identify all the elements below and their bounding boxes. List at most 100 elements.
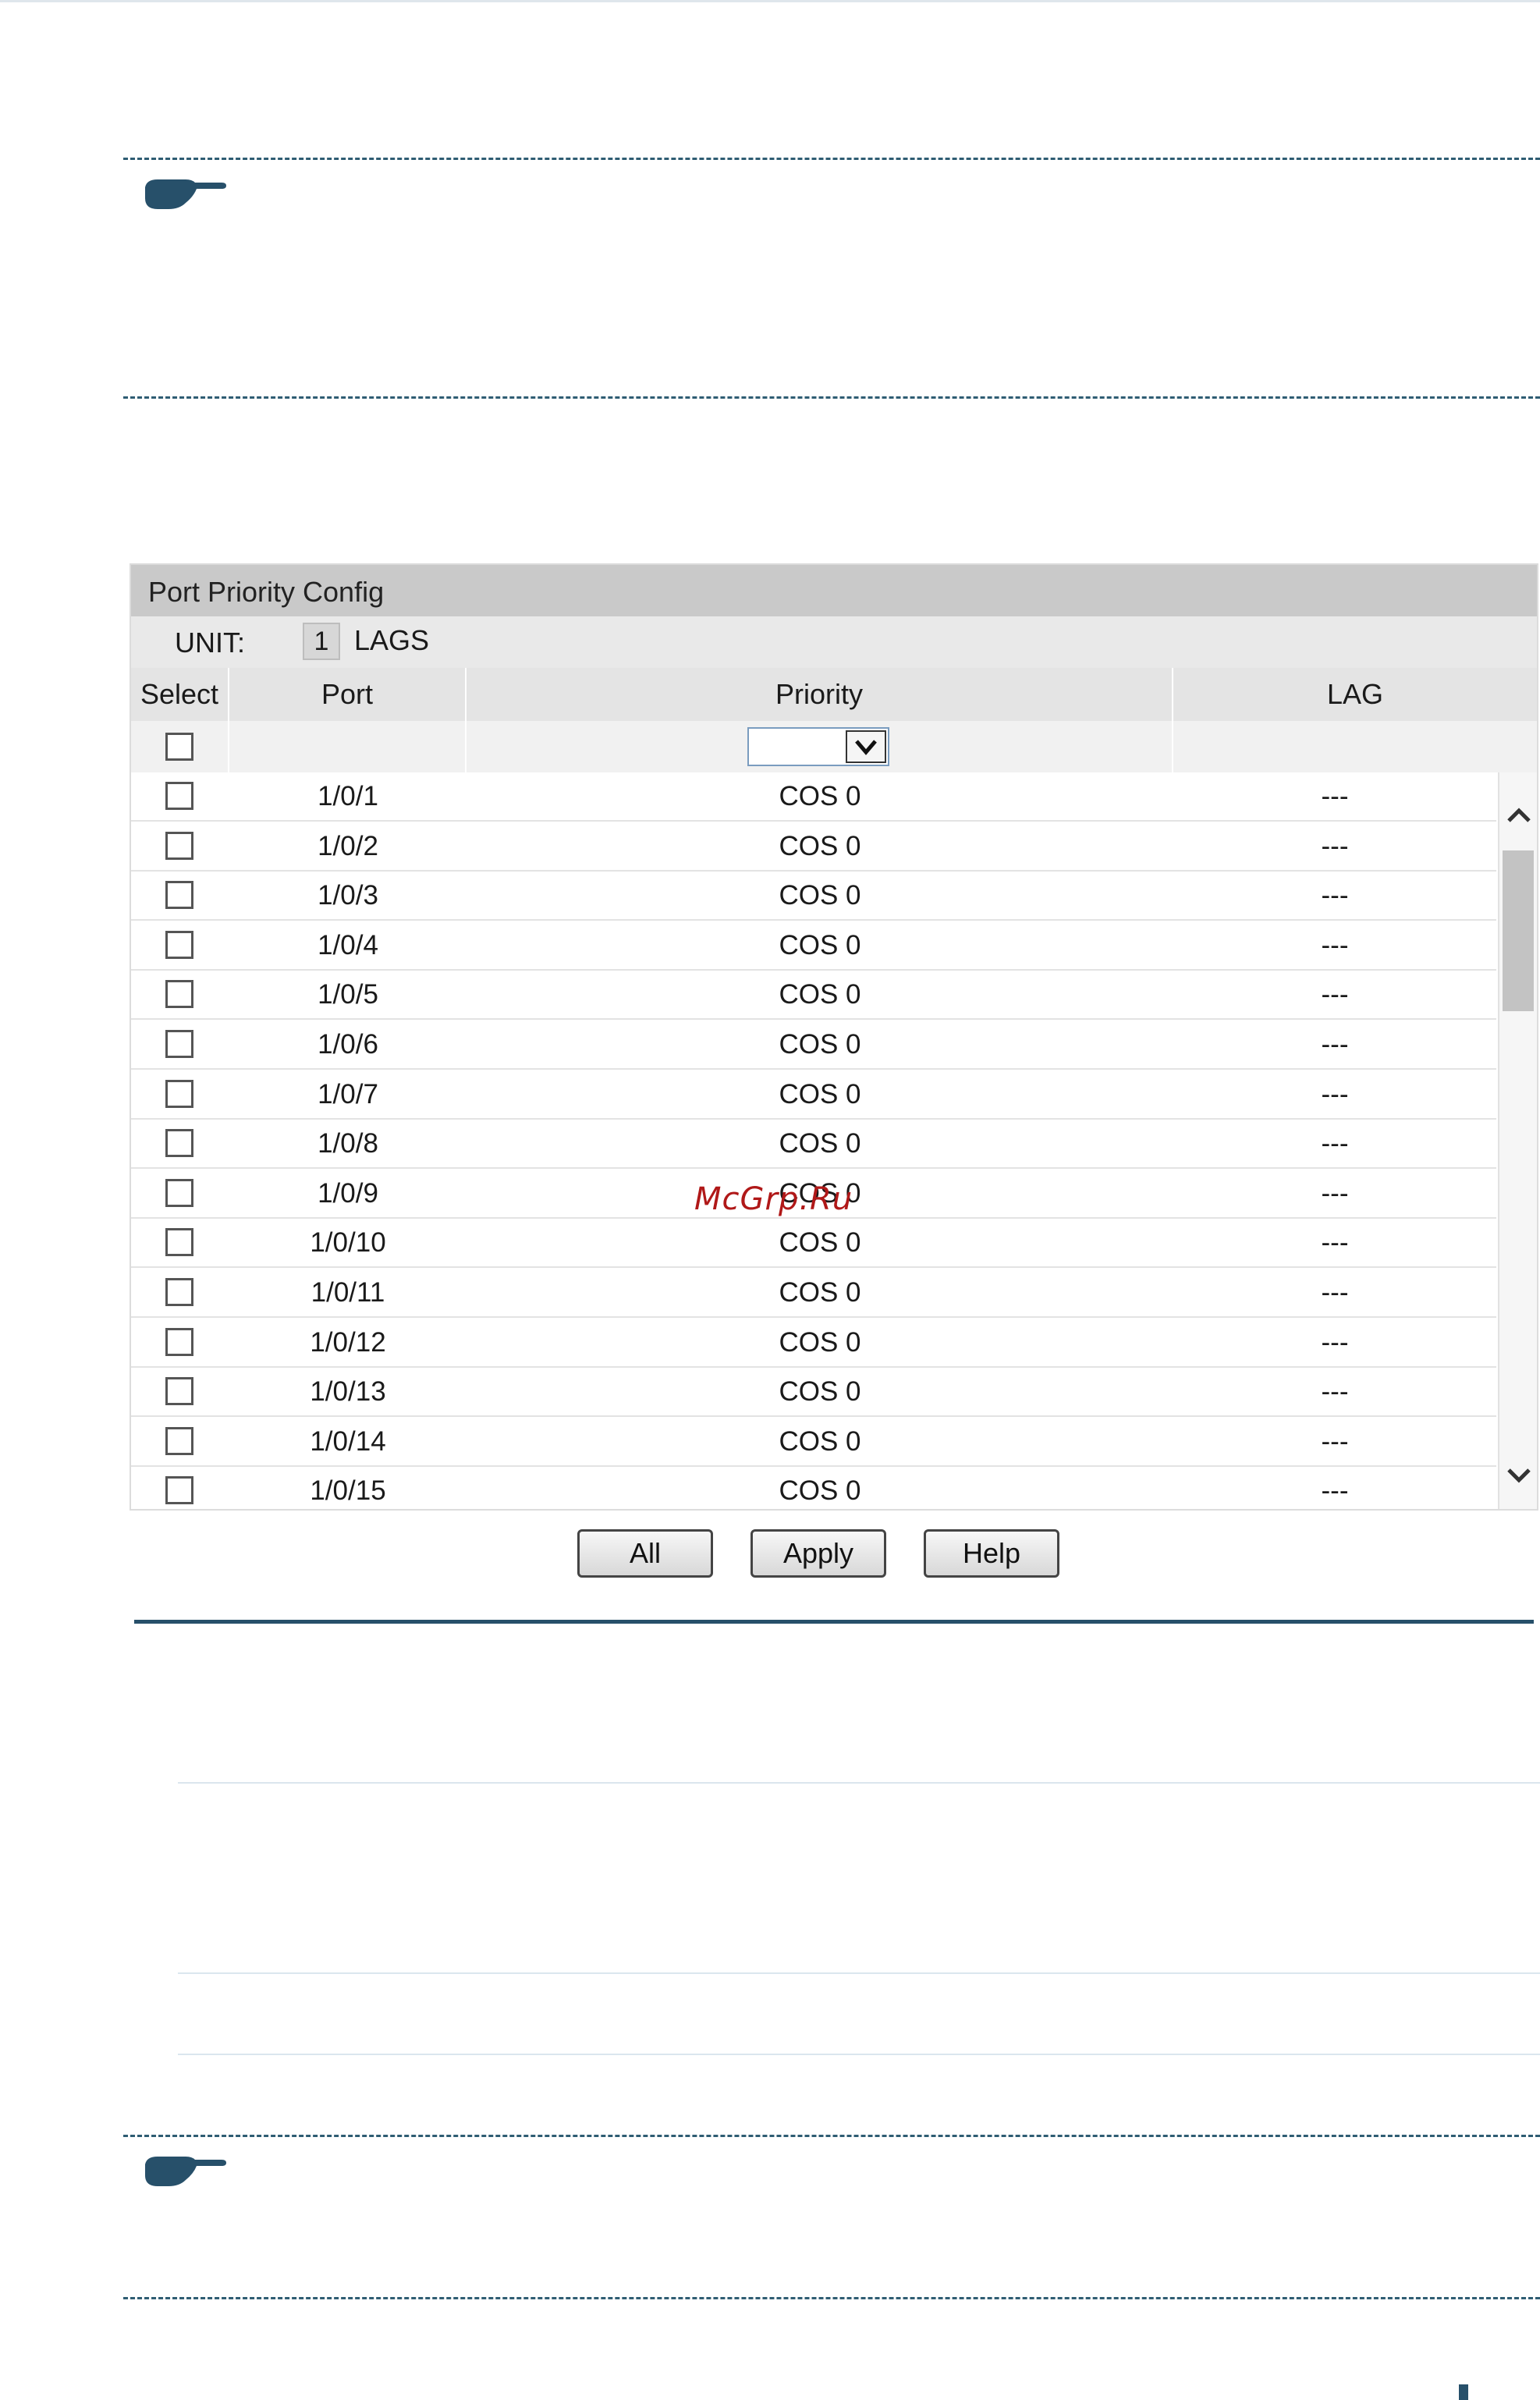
text-table-rule-3 xyxy=(178,2054,1540,2055)
row-lag: --- xyxy=(1321,1078,1349,1109)
row-lag: --- xyxy=(1321,830,1349,861)
row-select-checkbox[interactable] xyxy=(165,881,193,910)
row-port: 1/0/14 xyxy=(310,1425,386,1457)
panel-title-bar: Port Priority Config xyxy=(131,565,1537,616)
row-lag: --- xyxy=(1321,1029,1349,1060)
row-priority: COS 0 xyxy=(779,929,861,960)
row-port: 1/0/2 xyxy=(318,830,378,861)
row-lag: --- xyxy=(1321,1425,1349,1457)
row-select-checkbox[interactable] xyxy=(165,1377,193,1406)
row-select-checkbox[interactable] xyxy=(165,831,193,860)
row-select-checkbox[interactable] xyxy=(165,1327,193,1356)
row-port: 1/0/8 xyxy=(318,1128,378,1159)
row-priority: COS 0 xyxy=(779,1475,861,1507)
row-select-checkbox[interactable] xyxy=(165,1178,193,1207)
table-row: 1/0/11 COS 0 --- xyxy=(131,1269,1496,1318)
note-hand-icon xyxy=(145,179,226,209)
row-priority: COS 0 xyxy=(779,1029,861,1060)
row-select-cell xyxy=(131,1021,229,1068)
select-all-checkbox[interactable] xyxy=(165,733,193,761)
priority-select[interactable] xyxy=(747,727,889,766)
filter-port-cell xyxy=(229,721,467,772)
row-lag: --- xyxy=(1321,1177,1349,1209)
row-priority: COS 0 xyxy=(779,781,861,811)
table-row: 1/0/15 COS 0 --- xyxy=(131,1467,1496,1509)
filter-lag-cell xyxy=(1173,721,1537,772)
row-select-cell xyxy=(131,1170,229,1217)
row-port: 1/0/1 xyxy=(318,781,378,811)
table-row: 1/0/3 COS 0 --- xyxy=(131,872,1496,921)
row-port: 1/0/11 xyxy=(310,1277,385,1308)
table-row: 1/0/12 COS 0 --- xyxy=(131,1319,1496,1368)
table-row: 1/0/8 COS 0 --- xyxy=(131,1120,1496,1170)
note2-bottom-dashed-rule xyxy=(123,2297,1540,2299)
row-priority: COS 0 xyxy=(779,880,861,911)
row-priority: COS 0 xyxy=(779,979,861,1010)
row-select-checkbox[interactable] xyxy=(165,1476,193,1505)
all-button[interactable]: All xyxy=(577,1529,713,1578)
row-select-checkbox[interactable] xyxy=(165,930,193,959)
watermark-text: McGrp.Ru xyxy=(694,1181,853,1217)
row-select-checkbox[interactable] xyxy=(165,1426,193,1455)
row-select-checkbox[interactable] xyxy=(165,1079,193,1108)
table-row: 1/0/7 COS 0 --- xyxy=(131,1070,1496,1120)
port-priority-config-panel: Port Priority Config UNIT: 1 LAGS Select… xyxy=(130,563,1538,1511)
note-bottom-dashed-rule xyxy=(123,396,1540,399)
row-select-cell xyxy=(131,1319,229,1366)
scroll-up-icon[interactable] xyxy=(1504,805,1534,825)
row-port: 1/0/15 xyxy=(310,1475,386,1507)
table-row: 1/0/14 COS 0 --- xyxy=(131,1418,1496,1467)
row-priority: COS 0 xyxy=(779,1326,861,1358)
row-select-cell xyxy=(131,1070,229,1118)
row-priority: COS 0 xyxy=(779,1425,861,1457)
row-port: 1/0/4 xyxy=(318,929,378,960)
scrollbar-thumb[interactable] xyxy=(1503,850,1534,1011)
chevron-down-icon[interactable] xyxy=(846,730,886,763)
help-button[interactable]: Help xyxy=(924,1529,1059,1578)
text-table-rule-1 xyxy=(178,1782,1540,1784)
row-select-checkbox[interactable] xyxy=(165,1129,193,1158)
row-priority: COS 0 xyxy=(779,1078,861,1109)
section-divider xyxy=(134,1620,1534,1624)
row-priority: COS 0 xyxy=(779,830,861,861)
row-select-checkbox[interactable] xyxy=(165,782,193,810)
row-select-cell xyxy=(131,872,229,919)
note-hand-icon xyxy=(145,2157,226,2186)
apply-button[interactable]: Apply xyxy=(750,1529,886,1578)
row-port: 1/0/13 xyxy=(310,1376,386,1408)
row-port: 1/0/3 xyxy=(318,880,378,911)
row-select-cell xyxy=(131,1467,229,1509)
row-select-checkbox[interactable] xyxy=(165,1278,193,1306)
row-lag: --- xyxy=(1321,880,1349,911)
row-lag: --- xyxy=(1321,1326,1349,1358)
row-lag: --- xyxy=(1321,1376,1349,1408)
row-lag: --- xyxy=(1321,979,1349,1010)
row-select-checkbox[interactable] xyxy=(165,980,193,1009)
row-select-cell xyxy=(131,1219,229,1266)
lags-link[interactable]: LAGS xyxy=(354,624,429,657)
row-select-cell xyxy=(131,971,229,1018)
row-select-checkbox[interactable] xyxy=(165,1228,193,1257)
port-table-body: 1/0/1 COS 0 --- 1/0/2 COS 0 --- 1/0/3 COS 0 --- 1… xyxy=(131,772,1496,1509)
table-row: 1/0/2 COS 0 --- xyxy=(131,822,1496,872)
table-row: 1/0/5 COS 0 --- xyxy=(131,971,1496,1021)
scroll-down-icon[interactable] xyxy=(1504,1465,1534,1486)
row-select-checkbox[interactable] xyxy=(165,1030,193,1058)
row-port: 1/0/10 xyxy=(310,1227,386,1259)
filter-select-cell xyxy=(131,721,229,772)
table-scrollbar[interactable] xyxy=(1498,772,1537,1509)
table-row: 1/0/6 COS 0 --- xyxy=(131,1021,1496,1070)
table-row: 1/0/1 COS 0 --- xyxy=(131,772,1496,822)
unit-row: UNIT: 1 LAGS xyxy=(131,616,1537,668)
header-select: Select xyxy=(131,668,229,721)
table-row: 1/0/4 COS 0 --- xyxy=(131,921,1496,971)
row-select-cell xyxy=(131,1269,229,1316)
header-lag: LAG xyxy=(1173,668,1537,721)
row-select-cell xyxy=(131,1368,229,1415)
unit-1-button[interactable]: 1 xyxy=(303,623,340,660)
row-select-cell xyxy=(131,1120,229,1167)
row-lag: --- xyxy=(1321,1227,1349,1259)
row-select-cell xyxy=(131,822,229,870)
note-top-dashed-rule xyxy=(123,158,1540,160)
unit-label: UNIT: xyxy=(175,627,245,659)
